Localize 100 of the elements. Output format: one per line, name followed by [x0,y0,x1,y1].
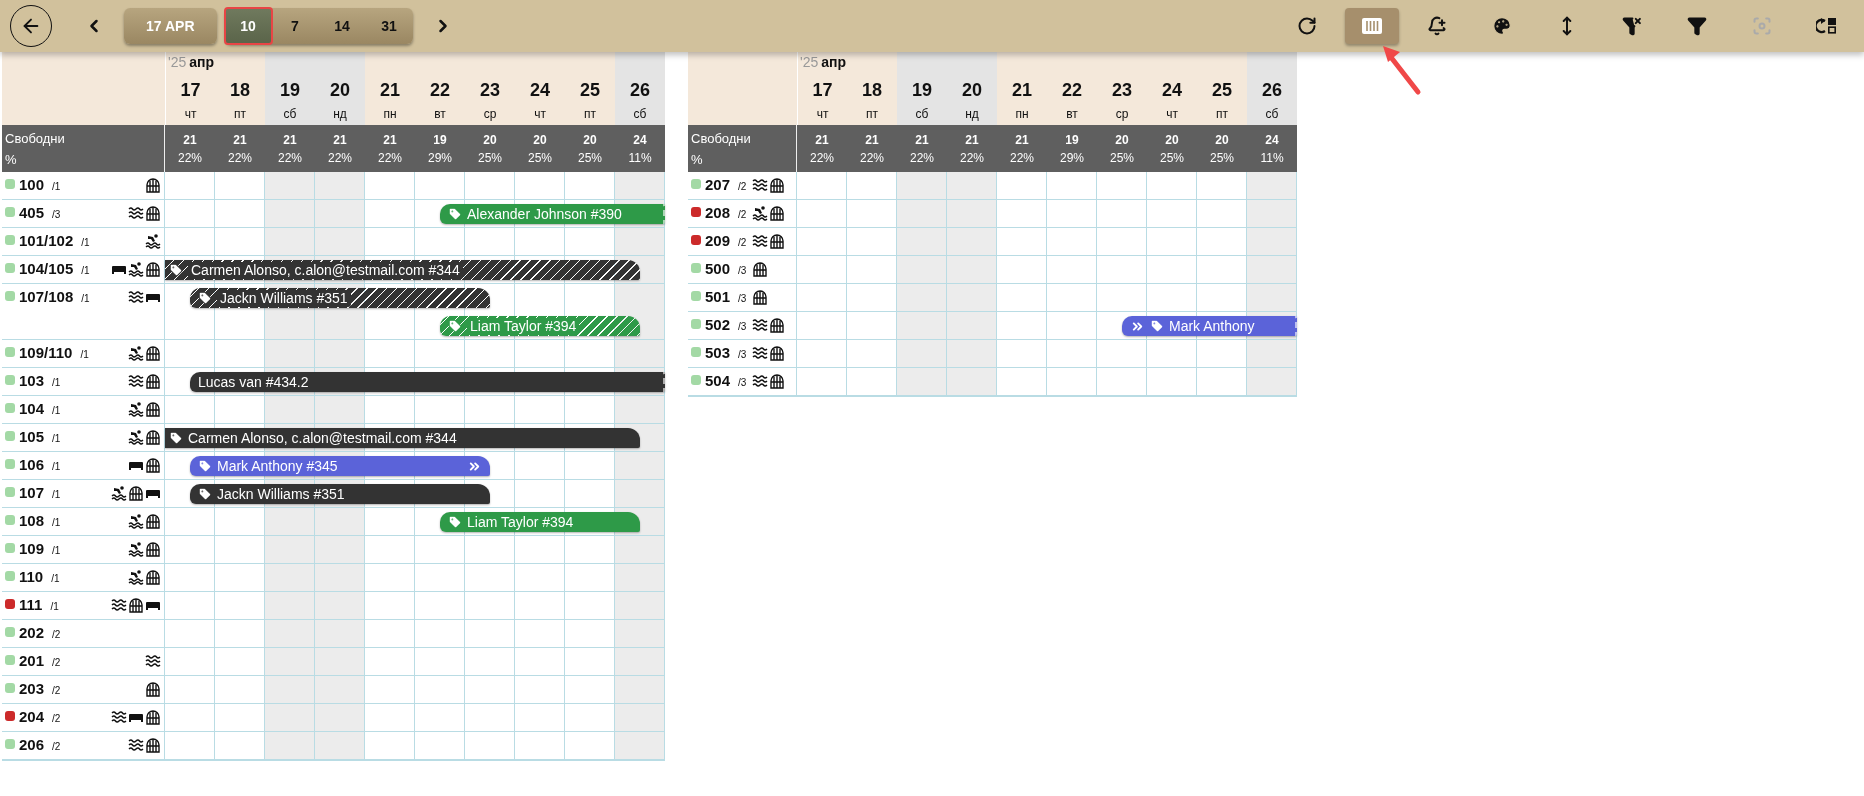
arched-window-icon [769,373,786,389]
waves-icon [752,317,769,333]
room-capacity: /1 [81,237,90,248]
room-number[interactable]: 502 [705,316,731,333]
room-capacity: /1 [52,433,61,444]
room-number[interactable]: 104 [19,400,45,417]
room-number[interactable]: 202 [19,624,45,641]
room-capacity: /2 [52,685,61,696]
weekday-label: ср [1115,107,1129,121]
arched-window-icon [145,177,161,193]
room-number[interactable]: 503 [705,344,731,361]
room-number[interactable]: 101/102 [19,232,74,249]
waves-icon [752,233,769,249]
day-number: 24 [530,80,550,101]
room-number[interactable]: 204 [19,708,45,725]
arched-window-icon [145,401,161,417]
room-number[interactable]: 109 [19,540,45,557]
day-number: 20 [962,80,982,101]
free-percent: 25% [528,150,552,165]
room-number[interactable]: 108 [19,512,45,529]
room-number[interactable]: 405 [19,204,45,221]
tag-icon [1150,319,1164,333]
weekday-label: вт [434,107,446,121]
weekday-label: сб [915,107,929,121]
room-number[interactable]: 107/108 [19,288,74,305]
room-number[interactable]: 504 [705,372,731,389]
arched-window-icon [145,457,161,473]
tag-icon [198,487,212,501]
booking-bar[interactable]: Liam Taylor #394 [440,316,640,336]
room-number[interactable]: 201 [19,652,45,669]
room-number[interactable]: 209 [705,232,731,249]
booking-bar[interactable]: Mark Anthony #345 [190,456,490,476]
booking-bar[interactable]: Alexander Johnson #390 [440,204,665,224]
free-percent: 25% [1110,150,1134,165]
weekday-label: ср [483,107,497,121]
free-percent: 22% [860,150,884,165]
free-percent: 11% [1260,150,1284,165]
free-label: Свободни [5,130,66,146]
room-number[interactable]: 104/105 [19,260,74,277]
room-capacity: /3 [738,265,747,276]
room-number[interactable]: 208 [705,204,731,221]
guest-name: Lucas van #434.2 [198,374,309,390]
room-capacity: /2 [738,209,747,220]
free-percent: 25% [578,150,602,165]
room-number[interactable]: 203 [19,680,45,697]
range-option[interactable]: 10 [224,8,272,44]
room-number[interactable]: 206 [19,736,45,753]
room-capacity: /1 [52,489,61,500]
free-percent: 22% [278,150,302,165]
day-number: 19 [912,80,932,101]
tag-icon [448,319,462,333]
day-number: 20 [330,80,350,101]
booking-bar[interactable]: Carmen Alonso, c.alon@testmail.com #344 [165,260,640,280]
room-capacity: /1 [51,573,60,584]
tag-icon [198,459,212,473]
weekday-label: нд [965,107,979,121]
room-number[interactable]: 500 [705,260,731,277]
room-number[interactable]: 100 [19,176,45,193]
booking-bar[interactable]: Lucas van #434.2 [190,372,665,392]
arched-window-icon [128,597,144,613]
room-number[interactable]: 105 [19,428,45,445]
weekday-label: чт [184,107,197,121]
arched-window-icon [145,681,161,697]
room-number[interactable]: 106 [19,456,45,473]
booking-bar[interactable]: Mark Anthony [1122,316,1297,336]
room-number[interactable]: 103 [19,372,45,389]
arched-window-icon [145,205,161,221]
free-percent: 25% [1160,150,1184,165]
percent-label: % [691,151,704,167]
booking-bar[interactable]: Jackn Williams #351 [190,484,490,504]
day-number: 26 [1262,80,1282,101]
weekday-label: пн [383,107,397,121]
range-option[interactable]: 7 [271,8,319,44]
room-number[interactable]: 107 [19,484,45,501]
room-capacity: /3 [738,377,747,388]
columns-icon [1361,17,1383,35]
booking-bar[interactable]: Jackn Williams #351 [190,288,490,308]
booking-bar[interactable]: Liam Taylor #394 [440,512,640,532]
room-number[interactable]: 109/110 [19,344,73,361]
range-option[interactable]: 31 [365,8,413,44]
room-number[interactable]: 207 [705,176,731,193]
free-count: 21 [333,132,347,147]
guest-name: Liam Taylor #394 [467,514,574,530]
waves-icon [128,737,144,753]
room-number[interactable]: 501 [705,288,731,305]
day-number: 17 [812,80,833,101]
free-percent: 22% [960,150,984,165]
room-capacity: /1 [81,265,90,276]
day-number: 23 [480,80,500,101]
weekday-label: сб [633,107,647,121]
room-capacity: /2 [738,237,747,248]
free-count: 19 [1065,132,1079,147]
day-number: 19 [280,80,300,101]
free-percent: 22% [228,150,252,165]
room-capacity: /2 [52,713,61,724]
room-number[interactable]: 111 [19,596,43,613]
arched-window-icon [145,709,161,725]
room-number[interactable]: 110 [19,568,44,585]
booking-bar[interactable]: Carmen Alonso, c.alon@testmail.com #344 [165,428,640,448]
range-option[interactable]: 14 [318,8,366,44]
